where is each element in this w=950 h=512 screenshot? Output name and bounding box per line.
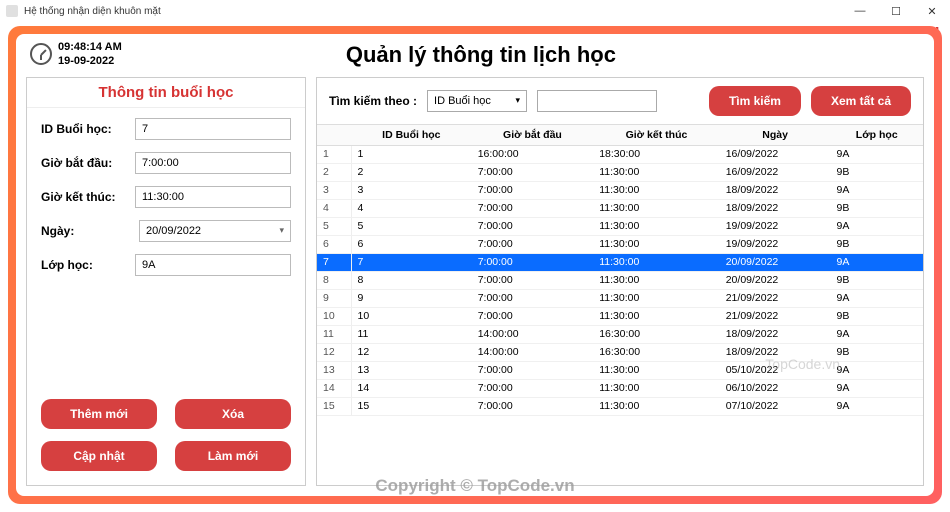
- table-row[interactable]: 887:00:0011:30:0020/09/20229B: [317, 271, 923, 289]
- label-class: Lớp học:: [41, 258, 127, 272]
- current-date: 19-09-2022: [58, 54, 122, 68]
- current-time: 09:48:14 AM: [58, 40, 122, 54]
- update-button[interactable]: Cập nhật: [41, 441, 157, 471]
- table-row[interactable]: 777:00:0011:30:0020/09/20229A: [317, 253, 923, 271]
- table-row[interactable]: 227:00:0011:30:0016/09/20229B: [317, 163, 923, 181]
- column-header[interactable]: [317, 125, 351, 146]
- table-row[interactable]: 557:00:0011:30:0019/09/20229A: [317, 217, 923, 235]
- label-date: Ngày:: [41, 224, 131, 238]
- column-header[interactable]: Giờ kết thúc: [593, 125, 720, 146]
- table-row[interactable]: 14147:00:0011:30:0006/10/20229A: [317, 379, 923, 397]
- column-header[interactable]: ID Buổi học: [351, 125, 472, 146]
- app-icon: [6, 5, 18, 17]
- minimize-button[interactable]: —: [842, 0, 878, 22]
- form-panel: Thông tin buổi học ID Buổi học: Giờ bắt …: [26, 77, 306, 486]
- list-panel: Tìm kiếm theo : ID Buổi học▾ Tìm kiếm Xe…: [316, 77, 924, 486]
- form-title: Thông tin buổi học: [27, 78, 305, 108]
- table-row[interactable]: 997:00:0011:30:0021/09/20229A: [317, 289, 923, 307]
- window-titlebar: Hệ thống nhận diện khuôn mặt — ☐ ✕: [0, 0, 950, 22]
- add-button[interactable]: Thêm mới: [41, 399, 157, 429]
- view-all-button[interactable]: Xem tất cả: [811, 86, 911, 116]
- table-row[interactable]: 10107:00:0011:30:0021/09/20229B: [317, 307, 923, 325]
- table-row[interactable]: 337:00:0011:30:0018/09/20229A: [317, 181, 923, 199]
- search-input[interactable]: [537, 90, 657, 112]
- input-id[interactable]: [135, 118, 291, 140]
- table-row[interactable]: 111114:00:0016:30:0018/09/20229A: [317, 325, 923, 343]
- search-field-select[interactable]: ID Buổi học▾: [427, 90, 527, 112]
- input-date[interactable]: 20/09/2022▾: [139, 220, 291, 242]
- search-label: Tìm kiếm theo :: [329, 94, 417, 108]
- chevron-down-icon: ▾: [515, 95, 520, 106]
- table-row[interactable]: 121214:00:0016:30:0018/09/20229B: [317, 343, 923, 361]
- search-button[interactable]: Tìm kiếm: [709, 86, 801, 116]
- table-row[interactable]: 13137:00:0011:30:0005/10/20229A: [317, 361, 923, 379]
- column-header[interactable]: Ngày: [720, 125, 831, 146]
- table-row[interactable]: 15157:00:0011:30:0007/10/20229A: [317, 397, 923, 415]
- input-start[interactable]: [135, 152, 291, 174]
- data-grid[interactable]: ID Buổi họcGiờ bắt đầuGiờ kết thúcNgàyLớ…: [317, 125, 923, 485]
- column-header[interactable]: Giờ bắt đầu: [472, 125, 594, 146]
- chevron-down-icon: ▾: [279, 225, 284, 236]
- input-end[interactable]: [135, 186, 291, 208]
- refresh-button[interactable]: Làm mới: [175, 441, 291, 471]
- label-end: Giờ kết thúc:: [41, 190, 127, 204]
- delete-button[interactable]: Xóa: [175, 399, 291, 429]
- window-title: Hệ thống nhận diện khuôn mặt: [24, 6, 161, 17]
- table-row[interactable]: 447:00:0011:30:0018/09/20229B: [317, 199, 923, 217]
- maximize-button[interactable]: ☐: [878, 0, 914, 22]
- label-start: Giờ bắt đầu:: [41, 156, 127, 170]
- column-header[interactable]: Lớp học: [831, 125, 924, 146]
- input-class[interactable]: [135, 254, 291, 276]
- close-button[interactable]: ✕: [914, 0, 950, 22]
- app-frame: 09:48:14 AM 19-09-2022 Quản lý thông tin…: [8, 26, 942, 504]
- label-id: ID Buổi học:: [41, 122, 127, 136]
- page-title: Quản lý thông tin lịch học: [122, 42, 840, 68]
- table-row[interactable]: 667:00:0011:30:0019/09/20229B: [317, 235, 923, 253]
- clock-icon: [30, 43, 52, 65]
- table-row[interactable]: 1116:00:0018:30:0016/09/20229A: [317, 145, 923, 163]
